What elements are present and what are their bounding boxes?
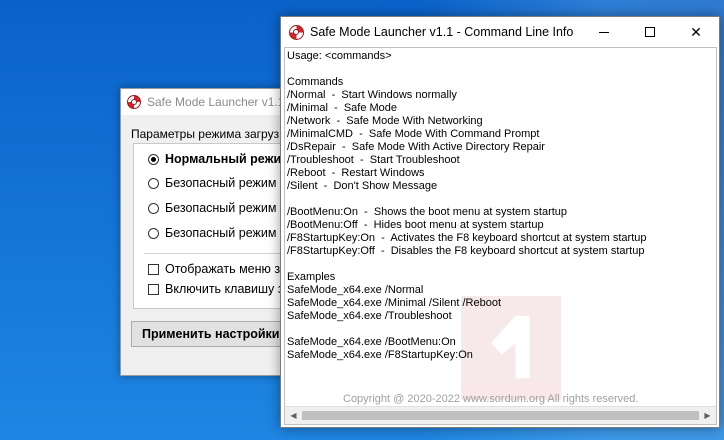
scroll-left-icon[interactable]: ◀	[285, 407, 302, 424]
info-line: Examples	[287, 271, 336, 283]
checkbox-label: Отображать меню за	[165, 262, 288, 276]
radio-label: Безопасный режим т	[165, 226, 286, 240]
radio-selected-icon[interactable]	[148, 153, 159, 165]
info-line: /F8StartupKey:Off - Disables the F8 keyb…	[287, 245, 645, 257]
radio-label: Нормальный режи	[165, 152, 282, 166]
minimize-icon	[599, 31, 609, 33]
info-line: SafeMode_x64.exe /F8StartupKey:On	[287, 349, 473, 361]
info-line	[287, 258, 716, 271]
checkbox-icon[interactable]	[148, 263, 159, 275]
radio-normal-mode[interactable]: Нормальный режи	[148, 152, 281, 166]
checkbox-label: Включить клавишу за	[165, 282, 291, 296]
info-line: Commands	[287, 76, 344, 88]
scroll-right-icon[interactable]: ▶	[699, 407, 716, 424]
info-line: /BootMenu:Off - Hides boot menu at syste…	[287, 219, 544, 231]
checkbox-icon[interactable]	[148, 283, 159, 295]
horizontal-scrollbar[interactable]: ◀ ▶	[285, 406, 716, 424]
info-line: SafeMode_x64.exe /Troubleshoot	[287, 310, 452, 322]
info-line: Usage: <commands>	[287, 50, 392, 62]
copyright-text: Copyright @ 2020-2022 www.sordum.org All…	[343, 393, 639, 405]
info-line: /BootMenu:On - Shows the boot menu at sy…	[287, 206, 568, 218]
maximize-icon	[645, 27, 655, 37]
minimize-button[interactable]	[581, 17, 627, 47]
close-icon: ✕	[690, 23, 702, 40]
checkbox-show-boot-menu[interactable]: Отображать меню за	[148, 262, 287, 276]
command-line-info-window[interactable]: Safe Mode Launcher v1.1 - Command Line I…	[280, 16, 720, 428]
info-line	[287, 193, 716, 206]
info-line: SafeMode_x64.exe /BootMenu:On	[287, 336, 456, 348]
radio-icon[interactable]	[148, 227, 159, 239]
radio-icon[interactable]	[148, 177, 159, 189]
info-line: /MinimalCMD - Safe Mode With Command Pro…	[287, 128, 540, 140]
window-title: Safe Mode Launcher v1.1	[147, 95, 285, 109]
info-line: SafeMode_x64.exe /Minimal /Silent /Reboo…	[287, 297, 502, 309]
apply-settings-button[interactable]: Применить настройки	[131, 321, 301, 347]
info-line: /Silent - Don't Show Message	[287, 180, 438, 192]
scroll-thumb[interactable]	[302, 411, 699, 420]
close-button[interactable]: ✕	[673, 17, 719, 47]
info-line: /DsRepair - Safe Mode With Active Direct…	[287, 141, 545, 153]
info-line: /Normal - Start Windows normally	[287, 89, 457, 101]
info-text-box[interactable]: Usage: <commands> Commands/Normal - Start…	[284, 47, 717, 425]
radio-safe-mode-networking[interactable]: Безопасный режим с	[148, 201, 286, 215]
radio-safe-mode[interactable]: Безопасный режим	[148, 176, 276, 190]
checkbox-enable-f8-key[interactable]: Включить клавишу за	[148, 282, 290, 296]
command-line-text: Usage: <commands> Commands/Normal - Start…	[287, 50, 716, 406]
radio-label: Безопасный режим с	[165, 201, 287, 215]
info-line	[287, 323, 716, 336]
window-title: Safe Mode Launcher v1.1 - Command Line I…	[310, 25, 574, 39]
info-line: /F8StartupKey:On - Activates the F8 keyb…	[287, 232, 647, 244]
caption-buttons: ✕	[581, 17, 719, 47]
title-bar[interactable]: Safe Mode Launcher v1.1 - Command Line I…	[281, 17, 719, 47]
maximize-button[interactable]	[627, 17, 673, 47]
lifebuoy-icon	[127, 95, 141, 109]
info-line: SafeMode_x64.exe /Normal	[287, 284, 424, 296]
info-line: /Reboot - Restart Windows	[287, 167, 425, 179]
scroll-track[interactable]	[302, 407, 699, 424]
radio-label: Безопасный режим	[165, 176, 277, 190]
radio-safe-mode-troubleshoot[interactable]: Безопасный режим т	[148, 226, 286, 240]
info-line: /Minimal - Safe Mode	[287, 102, 398, 114]
radio-icon[interactable]	[148, 202, 159, 214]
lifebuoy-icon	[289, 24, 304, 40]
info-line: /Troubleshoot - Start Troubleshoot	[287, 154, 460, 166]
info-line: /Network - Safe Mode With Networking	[287, 115, 483, 127]
info-line	[287, 63, 716, 76]
